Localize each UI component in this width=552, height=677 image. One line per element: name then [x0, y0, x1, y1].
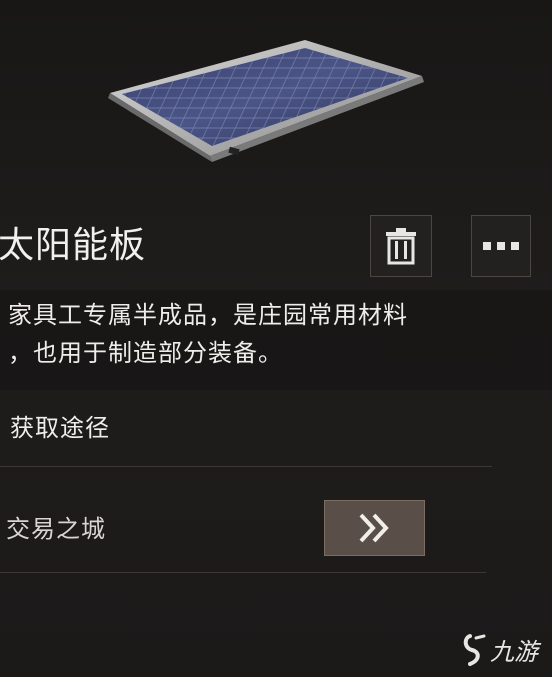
section-divider — [0, 466, 492, 467]
jiuyou-logo-icon: 九游 — [463, 634, 542, 666]
item-detail-screen: 太阳能板 家具工专属半成品，是庄园常用材料 ，也用于制造部分装备。 获取途径 交… — [0, 0, 552, 677]
item-description: 家具工专属半成品，是庄园常用材料 ，也用于制造部分装备。 — [8, 296, 548, 372]
row-divider — [0, 572, 486, 573]
go-to-source-button[interactable] — [324, 500, 425, 556]
description-line-2: ，也用于制造部分装备。 — [8, 339, 283, 367]
item-name: 太阳能板 — [0, 225, 147, 266]
source-row: 交易之城 — [0, 495, 490, 567]
acquire-section-title: 获取途径 — [10, 414, 110, 442]
trash-icon — [386, 228, 416, 265]
solar-panel-icon — [108, 40, 424, 168]
delete-button[interactable] — [370, 215, 432, 277]
description-line-1: 家具工专属半成品，是庄园常用材料 — [8, 301, 408, 329]
source-label: 交易之城 — [6, 515, 106, 543]
double-chevron-right-icon — [359, 513, 389, 543]
svg-text:九游: 九游 — [490, 638, 542, 666]
more-button[interactable] — [471, 215, 531, 277]
more-dots-icon — [483, 242, 519, 250]
